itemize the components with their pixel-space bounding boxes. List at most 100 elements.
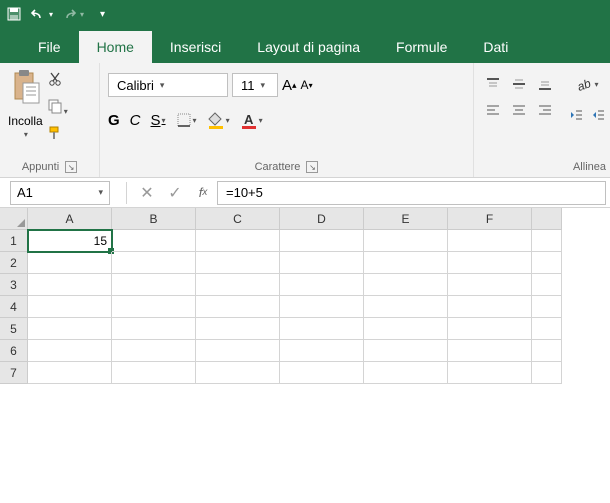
cell[interactable] (196, 340, 280, 362)
name-box[interactable]: A1▾ (10, 181, 110, 205)
column-header[interactable]: D (280, 208, 364, 230)
paste-label[interactable]: Incolla (8, 114, 43, 128)
enter-formula-button[interactable]: ✓ (161, 181, 189, 205)
cell[interactable] (112, 318, 196, 340)
align-middle-button[interactable] (508, 73, 530, 95)
row-header[interactable]: 1 (0, 230, 28, 252)
cell[interactable] (280, 274, 364, 296)
cell[interactable] (196, 362, 280, 384)
cell[interactable] (532, 274, 562, 296)
align-right-button[interactable] (534, 99, 556, 121)
cell[interactable]: 15 (28, 230, 112, 252)
tab-page-layout[interactable]: Layout di pagina (239, 31, 378, 63)
copy-button[interactable]: ▾ (47, 98, 68, 119)
font-name-combo[interactable]: Calibri▾ (108, 73, 228, 97)
clipboard-launcher[interactable]: ↘ (65, 161, 77, 173)
align-left-button[interactable] (482, 99, 504, 121)
row-header[interactable]: 4 (0, 296, 28, 318)
italic-button[interactable]: C (130, 112, 141, 129)
bold-button[interactable]: G (108, 112, 120, 129)
cell[interactable] (532, 230, 562, 252)
increase-indent-button[interactable] (590, 107, 606, 123)
cell[interactable] (364, 362, 448, 384)
font-launcher[interactable]: ↘ (306, 161, 318, 173)
decrease-indent-button[interactable] (568, 107, 584, 123)
align-center-button[interactable] (508, 99, 530, 121)
cell[interactable] (196, 252, 280, 274)
cell[interactable] (280, 362, 364, 384)
align-top-button[interactable] (482, 73, 504, 95)
increase-font-button[interactable]: A▴ (282, 77, 297, 94)
borders-button[interactable]: ▾ (176, 112, 197, 128)
tab-insert[interactable]: Inserisci (152, 31, 239, 63)
cell[interactable] (448, 252, 532, 274)
row-header[interactable]: 6 (0, 340, 28, 362)
paste-button[interactable] (9, 67, 41, 112)
cell[interactable] (532, 340, 562, 362)
column-header[interactable]: F (448, 208, 532, 230)
cell[interactable] (364, 274, 448, 296)
select-all-corner[interactable] (0, 208, 28, 230)
cell[interactable] (112, 362, 196, 384)
decrease-font-button[interactable]: A▾ (301, 78, 313, 92)
cell[interactable] (364, 340, 448, 362)
align-bottom-button[interactable] (534, 73, 556, 95)
row-header[interactable]: 3 (0, 274, 28, 296)
cell[interactable] (448, 230, 532, 252)
cell[interactable] (448, 296, 532, 318)
paste-dropdown[interactable]: ▾ (24, 130, 28, 139)
customize-qat-button[interactable]: ▾ (100, 9, 105, 20)
cell[interactable] (364, 296, 448, 318)
cell[interactable] (364, 230, 448, 252)
cell[interactable] (280, 296, 364, 318)
cell[interactable] (112, 340, 196, 362)
cancel-formula-button[interactable]: ✕ (133, 181, 161, 205)
format-painter-button[interactable] (47, 125, 68, 146)
row-header[interactable]: 5 (0, 318, 28, 340)
cell[interactable] (28, 362, 112, 384)
undo-button[interactable]: ▾ (30, 6, 53, 22)
cell[interactable] (532, 296, 562, 318)
cell[interactable] (28, 274, 112, 296)
tab-file[interactable]: File (20, 31, 79, 63)
cell[interactable] (532, 362, 562, 384)
row-header[interactable]: 7 (0, 362, 28, 384)
row-header[interactable]: 2 (0, 252, 28, 274)
redo-button[interactable]: ▾ (61, 6, 84, 22)
cell[interactable] (448, 318, 532, 340)
cell[interactable] (28, 340, 112, 362)
underline-button[interactable]: S▾ (151, 112, 166, 129)
column-header[interactable]: E (364, 208, 448, 230)
cell[interactable] (364, 318, 448, 340)
tab-data[interactable]: Dati (465, 31, 526, 63)
cell[interactable] (448, 362, 532, 384)
cell[interactable] (280, 252, 364, 274)
cell[interactable] (112, 230, 196, 252)
font-size-combo[interactable]: 11▾ (232, 73, 278, 97)
tab-formulas[interactable]: Formule (378, 31, 465, 63)
cell[interactable] (364, 252, 448, 274)
tab-home[interactable]: Home (79, 31, 152, 63)
cell[interactable] (448, 340, 532, 362)
cell[interactable] (196, 230, 280, 252)
cell[interactable] (532, 318, 562, 340)
cell[interactable] (28, 296, 112, 318)
cell[interactable] (196, 318, 280, 340)
cut-button[interactable] (47, 71, 68, 92)
column-header[interactable] (532, 208, 562, 230)
cell[interactable] (532, 252, 562, 274)
cell[interactable] (280, 230, 364, 252)
cell[interactable] (280, 340, 364, 362)
formula-input[interactable] (217, 181, 606, 205)
cell[interactable] (280, 318, 364, 340)
orientation-button[interactable]: ab▾ (568, 75, 606, 93)
insert-function-button[interactable]: fx (189, 181, 217, 205)
column-header[interactable]: B (112, 208, 196, 230)
cell[interactable] (196, 296, 280, 318)
font-color-button[interactable]: A▾ (240, 111, 263, 129)
cell[interactable] (28, 252, 112, 274)
cell[interactable] (28, 318, 112, 340)
cell[interactable] (112, 252, 196, 274)
column-header[interactable]: C (196, 208, 280, 230)
cell[interactable] (112, 274, 196, 296)
